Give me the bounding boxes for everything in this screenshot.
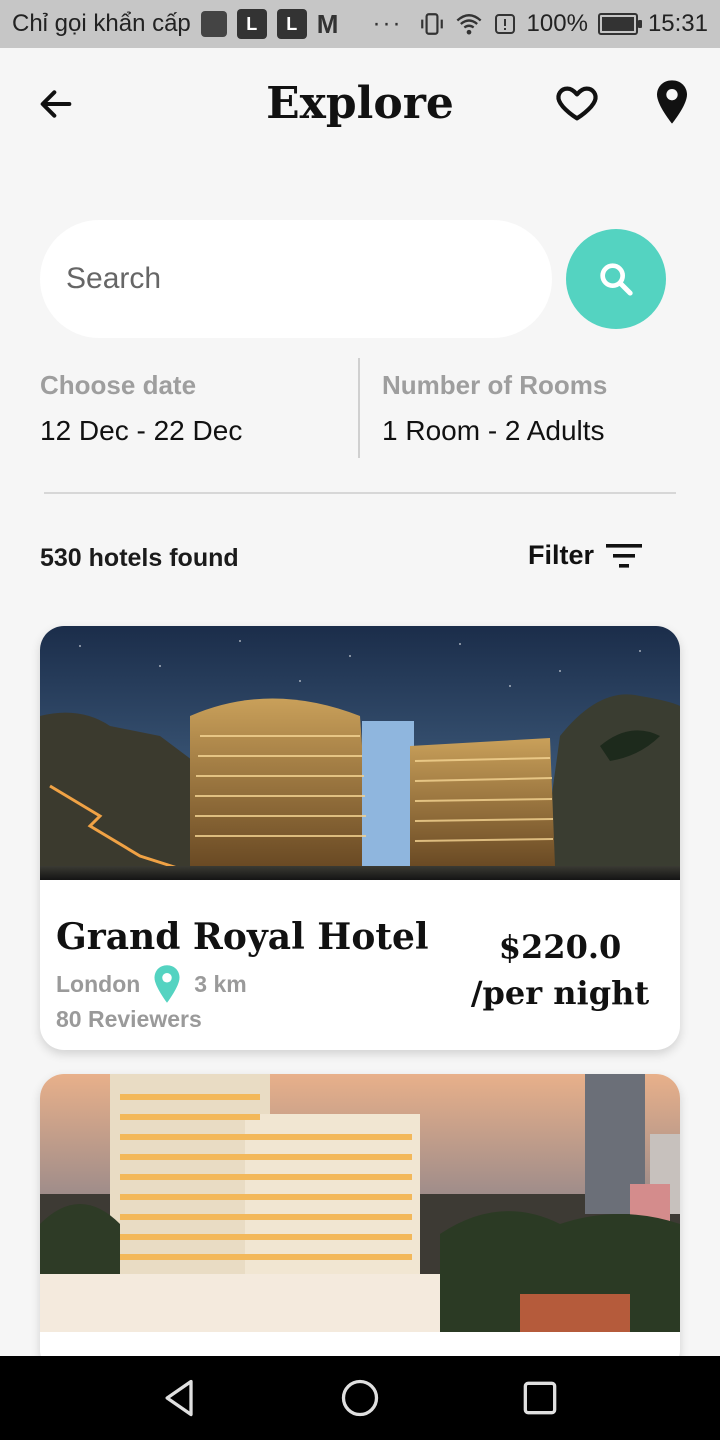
- carrier-text: Chỉ gọi khẩn cấp: [12, 10, 191, 37]
- booking-filters: Choose date 12 Dec - 22 Dec Number of Ro…: [40, 358, 680, 458]
- date-value: 12 Dec - 22 Dec: [40, 415, 243, 446]
- rooms-picker[interactable]: Number of Rooms 1 Room - 2 Adults: [382, 358, 680, 458]
- nav-home-button[interactable]: [338, 1376, 382, 1420]
- battery-fill: [601, 17, 634, 31]
- circle-home-icon: [341, 1379, 379, 1417]
- date-picker[interactable]: Choose date 12 Dec - 22 Dec: [40, 358, 358, 458]
- square-recents-icon: [523, 1381, 557, 1415]
- map-pin-icon: [657, 80, 687, 124]
- price-unit: /per night: [470, 974, 650, 1012]
- page-title: Explore: [266, 78, 454, 129]
- gmail-icon: M: [316, 8, 339, 39]
- date-label: Choose date: [40, 370, 197, 400]
- search-icon: [600, 263, 633, 296]
- status-right: 100% 15:31: [419, 10, 708, 38]
- sort-lines-icon: [606, 543, 642, 568]
- rooms-value: 1 Room - 2 Adults: [382, 415, 605, 446]
- search-button[interactable]: [566, 229, 666, 329]
- rooms-label: Number of Rooms: [382, 370, 608, 400]
- price-value: $220.0: [498, 928, 622, 966]
- filter-label: Filter: [527, 540, 594, 570]
- hotel-city: London: [56, 970, 141, 997]
- status-bar: Chỉ gọi khẩn cấp L L M ··· 100% 15:31: [0, 0, 720, 48]
- favorites-button[interactable]: [554, 80, 600, 126]
- app-header: Explore: [0, 72, 720, 136]
- triangle-back-icon: [165, 1379, 193, 1417]
- driver-app-icon-2: L: [276, 9, 307, 39]
- hotel-card[interactable]: Grand Royal Hotel London 3 km 80 Reviewe…: [40, 626, 680, 1050]
- notification-square-icon: [200, 11, 227, 37]
- hotel-location: London 3 km: [56, 964, 247, 1004]
- hotel-name: Grand Royal Hotel: [56, 916, 429, 958]
- hotel-price: $220.0 /per night: [460, 924, 660, 1016]
- system-nav-bar: [0, 1356, 720, 1440]
- hotel-distance: 3 km: [194, 970, 247, 997]
- clock: 15:31: [647, 10, 708, 37]
- results-bar: 530 hotels found Filter: [40, 538, 680, 582]
- more-notifications-icon: ···: [372, 10, 403, 37]
- wifi-icon: [456, 14, 481, 35]
- hotel-reviews: 80 Reviewers: [56, 1006, 202, 1032]
- battery-icon: [597, 13, 642, 35]
- alert-icon: [494, 14, 515, 34]
- search-bar: [40, 220, 552, 338]
- heart-outline-icon: [556, 86, 598, 121]
- vibrate-icon: [420, 13, 443, 35]
- search-input[interactable]: [64, 261, 508, 297]
- filter-divider: [358, 358, 360, 458]
- driver-app-icon: L: [236, 9, 267, 39]
- map-button[interactable]: [652, 78, 692, 126]
- filter-button[interactable]: Filter: [528, 540, 642, 571]
- battery-percent: 100%: [526, 10, 588, 37]
- nav-back-button[interactable]: [158, 1376, 202, 1420]
- status-left: Chỉ gọi khẩn cấp L L M ···: [12, 9, 402, 40]
- map-pin-icon: [154, 965, 180, 1003]
- nav-recents-button[interactable]: [518, 1376, 562, 1420]
- hotel-photo: [40, 1074, 680, 1332]
- hotel-card[interactable]: [40, 1074, 680, 1374]
- section-divider: [44, 492, 676, 494]
- results-count: 530 hotels found: [40, 544, 239, 572]
- hotel-photo: [40, 626, 680, 880]
